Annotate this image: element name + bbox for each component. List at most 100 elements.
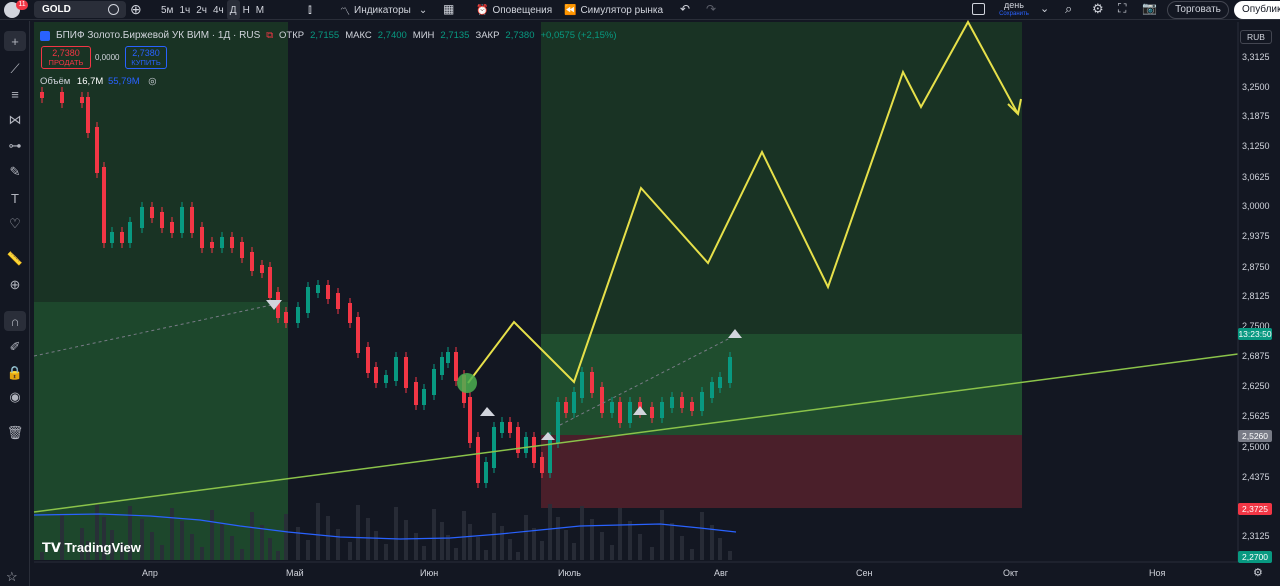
time-label: Апр	[142, 568, 158, 578]
volume-bar	[564, 530, 568, 560]
volume-bar	[348, 542, 352, 560]
buy-marker-icon	[480, 407, 495, 416]
volume-bar	[240, 549, 244, 560]
price-label: 2,5625	[1242, 411, 1270, 421]
volume-bar	[374, 531, 378, 560]
candle	[484, 462, 488, 483]
volume-bar	[306, 540, 310, 560]
volume-bar	[190, 534, 194, 560]
candle	[260, 265, 264, 273]
candle	[500, 422, 504, 433]
volume-bar	[230, 536, 234, 560]
candle	[250, 252, 254, 271]
currency-selector[interactable]: RUB	[1240, 30, 1272, 44]
symbol-logo-icon	[40, 30, 50, 41]
volume-bar	[260, 525, 264, 560]
candle	[600, 387, 604, 413]
candle	[690, 402, 694, 411]
candle	[284, 312, 288, 323]
zone-green-left-lower	[34, 302, 288, 560]
candle	[728, 357, 732, 383]
candle	[432, 369, 436, 395]
candle	[394, 357, 398, 381]
volume-bar	[250, 512, 254, 560]
volume-bar	[440, 522, 444, 560]
candle	[110, 232, 114, 243]
candle	[468, 397, 472, 443]
candle	[524, 437, 528, 453]
sell-button[interactable]: 2,7380 ПРОДАТЬ	[41, 46, 91, 69]
price-label: 2,5000	[1242, 442, 1270, 452]
candle	[220, 237, 224, 248]
volume-bar	[650, 547, 654, 560]
volume-bar	[356, 505, 360, 560]
zone-red-right	[541, 435, 1022, 508]
volume-bar	[180, 521, 184, 560]
candle	[210, 242, 214, 248]
candle	[120, 232, 124, 243]
zone-green-right-upper	[541, 22, 1022, 334]
candle	[384, 375, 388, 383]
price-label: 2,8125	[1242, 291, 1270, 301]
time-label: Май	[286, 568, 304, 578]
volume-bar	[404, 520, 408, 560]
price-label: 3,1250	[1242, 141, 1270, 151]
candle	[590, 372, 594, 393]
volume-bar	[610, 545, 614, 560]
candle	[670, 397, 674, 408]
high-label: МАКС	[345, 30, 372, 41]
target-circle[interactable]	[457, 373, 477, 393]
chart-legend: БПИФ Золото.Биржевой УК ВИМ · 1Д · RUS ⧉…	[40, 30, 617, 41]
candle	[60, 92, 64, 103]
time-label: Июн	[420, 568, 439, 578]
high-value: 2,7400	[377, 30, 407, 41]
candle	[446, 352, 450, 363]
price-label: 3,2500	[1242, 82, 1270, 92]
spread-value: 0,0000	[95, 53, 120, 62]
countdown-badge: 13:23:50	[1238, 328, 1272, 340]
candle	[160, 212, 164, 228]
price-chart[interactable]	[0, 0, 1280, 586]
volume-bar	[384, 544, 388, 560]
candle	[540, 457, 544, 473]
tradingview-logo: 𝗧𝗩 TradingView	[42, 540, 141, 555]
candle	[404, 357, 408, 388]
volume-bar	[670, 523, 674, 560]
volume-bar	[432, 509, 436, 560]
candle	[180, 207, 184, 233]
candle	[240, 242, 244, 258]
candle	[660, 402, 664, 418]
time-label: Ноя	[1149, 568, 1166, 578]
volume-bar	[600, 532, 604, 560]
legend-title[interactable]: БПИФ Золото.Биржевой УК ВИМ · 1Д · RUS	[56, 30, 260, 41]
candle	[356, 317, 360, 353]
volume-bar	[508, 539, 512, 560]
volume-bar	[700, 512, 704, 560]
volume-bar	[200, 547, 204, 560]
volume-bar	[638, 534, 642, 560]
candle	[572, 392, 576, 413]
open-value: 2,7155	[310, 30, 340, 41]
volume-bar	[618, 508, 622, 560]
visibility-eye-icon[interactable]: ◎	[148, 76, 156, 87]
volume-bar	[492, 513, 496, 560]
candle	[170, 222, 174, 233]
price-label: 2,6875	[1242, 351, 1270, 361]
candle	[86, 97, 90, 133]
price-label: 2,3125	[1242, 531, 1270, 541]
candle	[190, 207, 194, 233]
price-label: 2,9375	[1242, 231, 1270, 241]
candle	[564, 402, 568, 413]
candle	[532, 437, 536, 463]
candle	[102, 167, 106, 243]
price-label: 2,6250	[1242, 381, 1270, 391]
candle	[40, 92, 44, 98]
volume-bar	[210, 510, 214, 560]
close-value: 2,7380	[505, 30, 535, 41]
settings-icon[interactable]: ⚙	[1253, 566, 1263, 579]
buy-button[interactable]: 2,7380 КУПИТЬ	[125, 46, 167, 69]
volume-bar	[220, 523, 224, 560]
candle	[336, 293, 340, 309]
low-value: 2,7135	[440, 30, 470, 41]
candle	[700, 392, 704, 411]
